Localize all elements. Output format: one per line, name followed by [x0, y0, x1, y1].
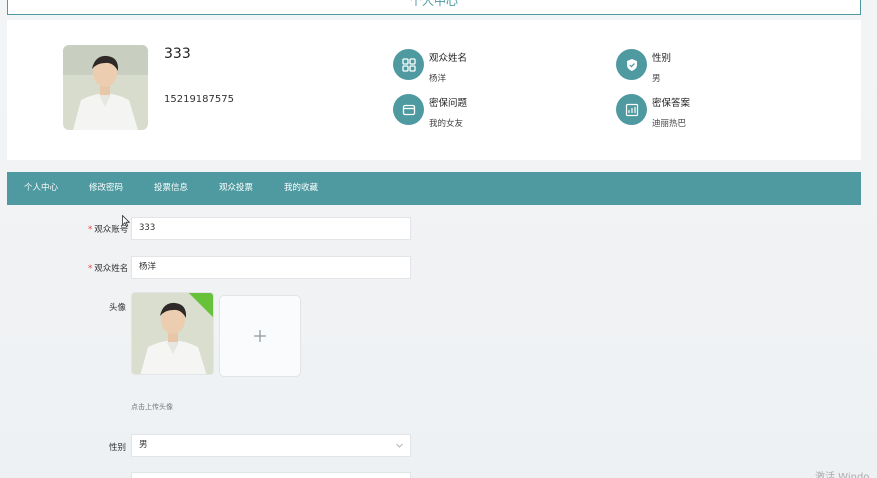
name-label: * 观众姓名 [88, 262, 128, 274]
tab-change-password[interactable]: 修改密码 [89, 172, 123, 205]
chart-icon [616, 94, 647, 125]
chevron-down-icon [396, 443, 403, 448]
info-value: 杨洋 [429, 74, 447, 84]
info-label: 观众姓名 [429, 53, 468, 64]
gender-select-value: 男 [139, 440, 148, 450]
info-label: 密保答案 [652, 98, 691, 109]
info-label: 性别 [652, 53, 672, 64]
upload-avatar-button[interactable] [219, 295, 301, 377]
page-title: 个人中心 [7, 0, 861, 15]
profile-phone: 15219187575 [164, 94, 234, 105]
name-label-text: 观众姓名 [94, 264, 129, 274]
profile-avatar [63, 45, 148, 130]
tab-vote-info[interactable]: 投票信息 [154, 172, 188, 205]
card-icon [393, 94, 424, 125]
next-field-input[interactable] [131, 472, 411, 478]
name-input[interactable]: 杨洋 [131, 256, 411, 279]
mouse-cursor [122, 212, 131, 231]
account-input[interactable]: 333 [131, 217, 411, 240]
gender-label: 性别 [109, 443, 127, 453]
tab-my-favorites[interactable]: 我的收藏 [284, 172, 318, 205]
plus-icon [254, 330, 266, 342]
info-value: 迪丽热巴 [652, 119, 687, 129]
required-mark: * [88, 264, 93, 274]
profile-username: 333 [164, 46, 191, 62]
info-label: 密保问题 [429, 98, 468, 109]
avatar-label: 头像 [109, 303, 127, 313]
activation-watermark: 激活 Windo [815, 472, 870, 478]
shield-icon [616, 49, 647, 80]
required-mark: * [88, 225, 93, 235]
gender-select[interactable]: 男 [131, 434, 411, 457]
info-value: 我的女友 [429, 119, 464, 129]
tab-audience-vote[interactable]: 观众投票 [219, 172, 253, 205]
upload-hint: 点击上传头像 [131, 403, 173, 411]
tab-bar: 个人中心 修改密码 投票信息 观众投票 我的收藏 [7, 172, 861, 205]
grid-icon [393, 49, 424, 80]
profile-card: 333 15219187575 观众姓名 杨洋 性别 男 密保问题 我的女友 密… [7, 20, 861, 160]
info-value: 男 [652, 74, 661, 84]
uploaded-avatar[interactable]: ✓ [131, 292, 214, 375]
tab-personal-center[interactable]: 个人中心 [24, 172, 58, 205]
